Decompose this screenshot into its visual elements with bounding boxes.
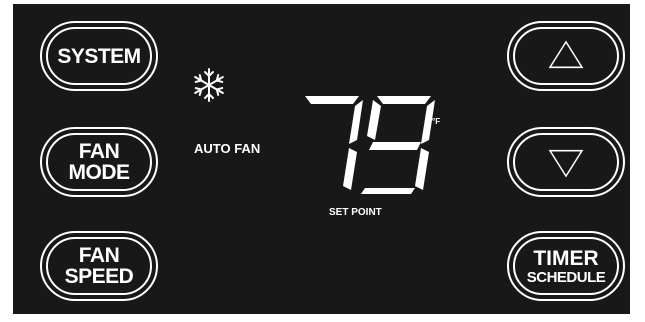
thermostat-panel: SYSTEM FAN MODE FAN SPEED TIMER SCHEDULE (13, 4, 630, 314)
fan-mode-button[interactable]: FAN MODE (40, 127, 158, 197)
snowflake-icon (194, 68, 224, 102)
timer-schedule-button[interactable]: TIMER SCHEDULE (507, 231, 625, 301)
temp-down-button[interactable] (507, 127, 625, 197)
fan-speed-button-label: FAN SPEED (64, 244, 134, 288)
timer-label: TIMER (533, 246, 599, 270)
timer-schedule-button-label: TIMER SCHEDULE (509, 233, 623, 299)
fan-speed-button[interactable]: FAN SPEED (40, 231, 158, 301)
unit-label: °F (432, 117, 441, 126)
system-button-label: SYSTEM (57, 44, 141, 68)
up-triangle-icon (548, 40, 584, 69)
fan-status-label: AUTO FAN (194, 141, 261, 156)
temp-up-button[interactable] (507, 21, 625, 91)
system-button[interactable]: SYSTEM (40, 21, 158, 91)
down-triangle-icon (548, 149, 584, 178)
fan-mode-button-label: FAN MODE (68, 140, 131, 184)
set-point-label: SET POINT (329, 207, 382, 218)
schedule-label: SCHEDULE (526, 268, 606, 286)
temperature-readout (305, 96, 435, 194)
